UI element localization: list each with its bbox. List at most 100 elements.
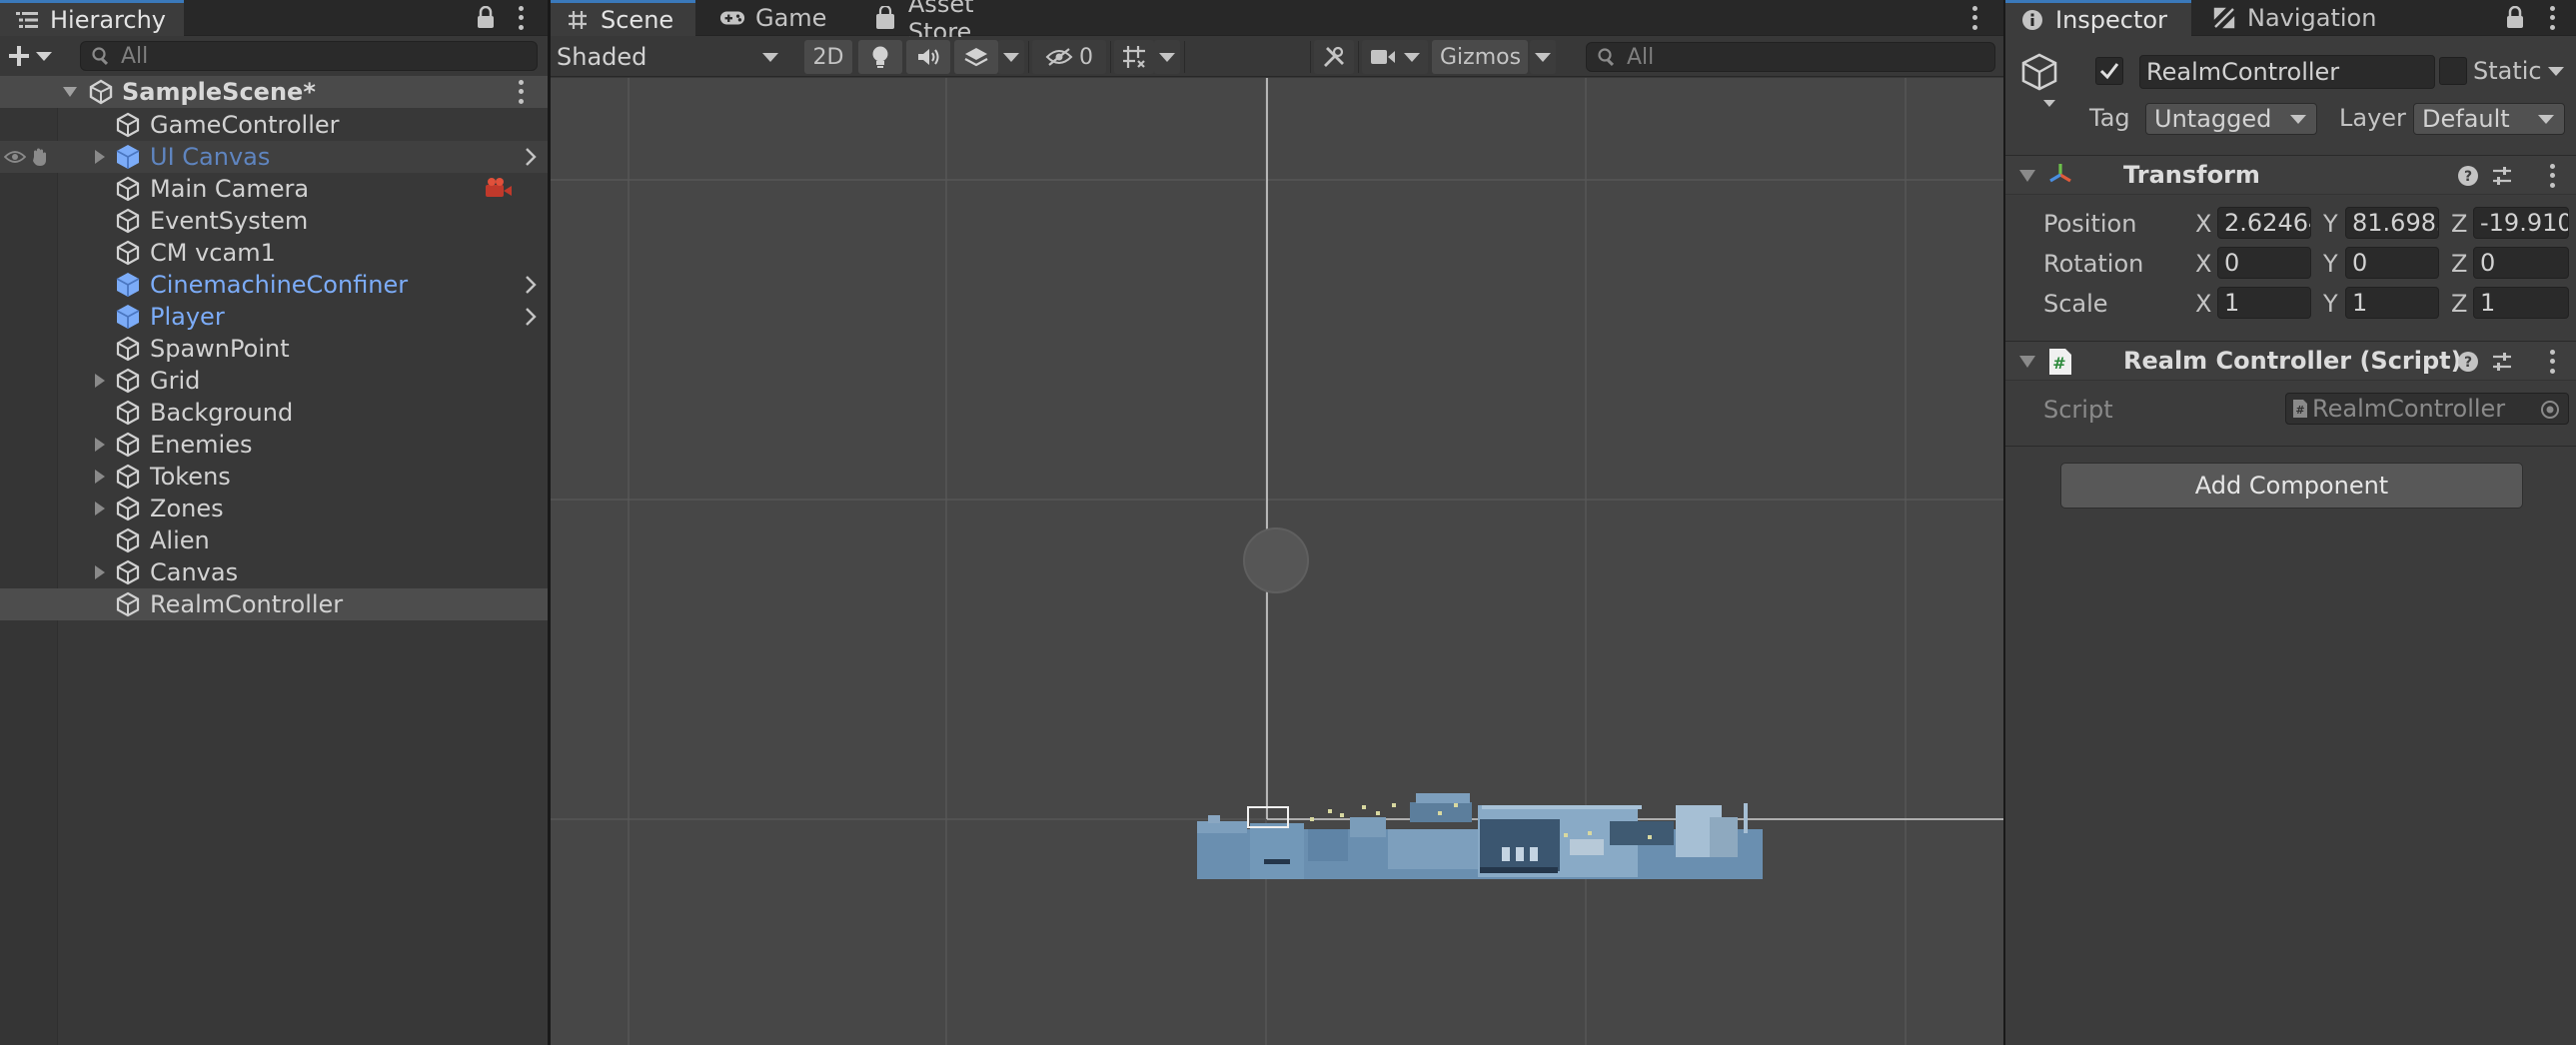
scale-label[interactable]: Scale	[2043, 290, 2108, 318]
tools-toggle[interactable]	[1314, 40, 1354, 74]
hierarchy-item[interactable]: SpawnPoint	[0, 333, 548, 365]
expand-arrow-icon[interactable]	[92, 564, 108, 580]
scene-menu-icon[interactable]	[1967, 4, 1981, 32]
script-reference-field[interactable]: # RealmController	[2285, 393, 2569, 425]
effects-dropdown[interactable]	[998, 40, 1024, 74]
scene-row[interactable]: SampleScene*	[0, 76, 548, 108]
axis-z-label[interactable]: Z	[2451, 250, 2467, 278]
hierarchy-item[interactable]: UI Canvas	[0, 141, 548, 173]
camera-settings-dropdown[interactable]	[1362, 40, 1428, 74]
hierarchy-item[interactable]: Grid	[0, 365, 548, 397]
hierarchy-search-input[interactable]: All	[80, 41, 538, 71]
lock-icon[interactable]	[2505, 6, 2525, 30]
axis-y-label[interactable]: Y	[2323, 210, 2338, 238]
position-label[interactable]: Position	[2043, 210, 2136, 238]
chevron-right-icon[interactable]	[524, 307, 538, 327]
expand-arrow-icon[interactable]	[92, 149, 108, 165]
grid-snap-dropdown[interactable]	[1154, 40, 1180, 74]
gizmos-button[interactable]: Gizmos	[1432, 40, 1528, 74]
audio-toggle[interactable]	[906, 40, 950, 74]
toggle-2d-button[interactable]: 2D	[804, 40, 852, 74]
rotation-label[interactable]: Rotation	[2043, 250, 2143, 278]
scale-z-field[interactable]: 1	[2473, 287, 2569, 319]
scene-menu-icon[interactable]	[514, 78, 528, 106]
hierarchy-item[interactable]: Player	[0, 301, 548, 333]
collapse-arrow-icon[interactable]	[2019, 356, 2035, 368]
tab-asset-store[interactable]: Asset Store	[858, 0, 1058, 46]
expand-arrow-icon[interactable]	[92, 469, 108, 485]
panel-splitter[interactable]	[548, 0, 551, 1045]
hierarchy-item[interactable]: CM vcam1	[0, 237, 548, 269]
layer-dropdown[interactable]: Default	[2413, 103, 2565, 135]
component-menu-icon[interactable]	[2545, 162, 2559, 190]
static-dropdown[interactable]: Static	[2473, 57, 2564, 85]
tab-inspector[interactable]: Inspector	[2005, 0, 2191, 36]
chevron-right-icon[interactable]	[524, 275, 538, 295]
hierarchy-item[interactable]: GameController	[0, 109, 548, 141]
transform-header[interactable]: Transform ?	[2005, 155, 2576, 195]
scene-viewport[interactable]	[551, 78, 2003, 1045]
scale-x-field[interactable]: 1	[2217, 287, 2311, 319]
component-menu-icon[interactable]	[2545, 348, 2559, 376]
hierarchy-item[interactable]: RealmController	[0, 588, 548, 620]
game-object-icon[interactable]	[2019, 52, 2061, 112]
axis-x-label[interactable]: X	[2195, 250, 2211, 278]
position-x-field[interactable]: 2.62464	[2217, 207, 2311, 239]
script-component-header[interactable]: # Realm Controller (Script) ?	[2005, 341, 2576, 381]
collapse-arrow-icon[interactable]	[2019, 170, 2035, 182]
active-checkbox[interactable]	[2095, 57, 2123, 85]
axis-x-label[interactable]: X	[2195, 210, 2211, 238]
preset-icon[interactable]	[2491, 165, 2513, 187]
lighting-toggle[interactable]	[858, 40, 902, 74]
object-name-field[interactable]: RealmController	[2139, 55, 2435, 89]
object-picker-icon[interactable]	[2540, 400, 2560, 420]
hierarchy-item[interactable]: Enemies	[0, 429, 548, 461]
lock-icon[interactable]	[476, 6, 496, 30]
tab-scene[interactable]: Scene	[551, 0, 695, 36]
create-button[interactable]	[8, 43, 58, 69]
expand-arrow-icon[interactable]	[62, 84, 78, 100]
help-icon[interactable]: ?	[2457, 165, 2479, 187]
hierarchy-item[interactable]: Main Camera	[0, 173, 548, 205]
axis-y-label[interactable]: Y	[2323, 290, 2338, 318]
help-icon[interactable]: ?	[2457, 351, 2479, 373]
preset-icon[interactable]	[2491, 351, 2513, 373]
static-checkbox[interactable]	[2439, 57, 2467, 85]
visibility-eye-icon[interactable]	[4, 149, 26, 165]
rotation-x-field[interactable]: 0	[2217, 247, 2311, 279]
panel-splitter[interactable]	[2003, 0, 2005, 1045]
expand-arrow-icon[interactable]	[92, 501, 108, 517]
chevron-right-icon[interactable]	[524, 147, 538, 167]
axis-z-label[interactable]: Z	[2451, 210, 2467, 238]
pickable-hand-icon[interactable]	[30, 147, 50, 167]
hierarchy-menu-icon[interactable]	[514, 4, 528, 32]
position-z-field[interactable]: -19.910	[2473, 207, 2569, 239]
shading-mode-dropdown[interactable]: Shaded	[557, 40, 788, 74]
tag-dropdown[interactable]: Untagged	[2145, 103, 2317, 135]
expand-arrow-icon[interactable]	[92, 437, 108, 453]
axis-x-label[interactable]: X	[2195, 290, 2211, 318]
hierarchy-item[interactable]: Alien	[0, 524, 548, 556]
hierarchy-item[interactable]: Background	[0, 397, 548, 429]
hierarchy-item[interactable]: Tokens	[0, 461, 548, 493]
scene-search-input[interactable]: All	[1586, 42, 1995, 72]
hierarchy-item[interactable]: Zones	[0, 493, 548, 524]
add-component-button[interactable]: Add Component	[2060, 463, 2523, 509]
axis-z-label[interactable]: Z	[2451, 290, 2467, 318]
expand-arrow-icon[interactable]	[92, 373, 108, 389]
tab-hierarchy[interactable]: Hierarchy	[0, 0, 184, 36]
scale-y-field[interactable]: 1	[2345, 287, 2439, 319]
inspector-menu-icon[interactable]	[2545, 4, 2559, 32]
hierarchy-item[interactable]: Canvas	[0, 556, 548, 588]
position-y-field[interactable]: 81.6985	[2345, 207, 2439, 239]
effects-toggle[interactable]	[954, 40, 998, 74]
hierarchy-item[interactable]: EventSystem	[0, 205, 548, 237]
rotation-z-field[interactable]: 0	[2473, 247, 2569, 279]
axis-y-label[interactable]: Y	[2323, 250, 2338, 278]
gizmos-dropdown[interactable]	[1530, 40, 1556, 74]
tab-navigation[interactable]: Navigation	[2197, 0, 2397, 36]
tab-game[interactable]: Game	[705, 0, 851, 36]
hierarchy-item[interactable]: CinemachineConfiner	[0, 269, 548, 301]
grid-snap-toggle[interactable]	[1114, 40, 1154, 74]
rotation-y-field[interactable]: 0	[2345, 247, 2439, 279]
